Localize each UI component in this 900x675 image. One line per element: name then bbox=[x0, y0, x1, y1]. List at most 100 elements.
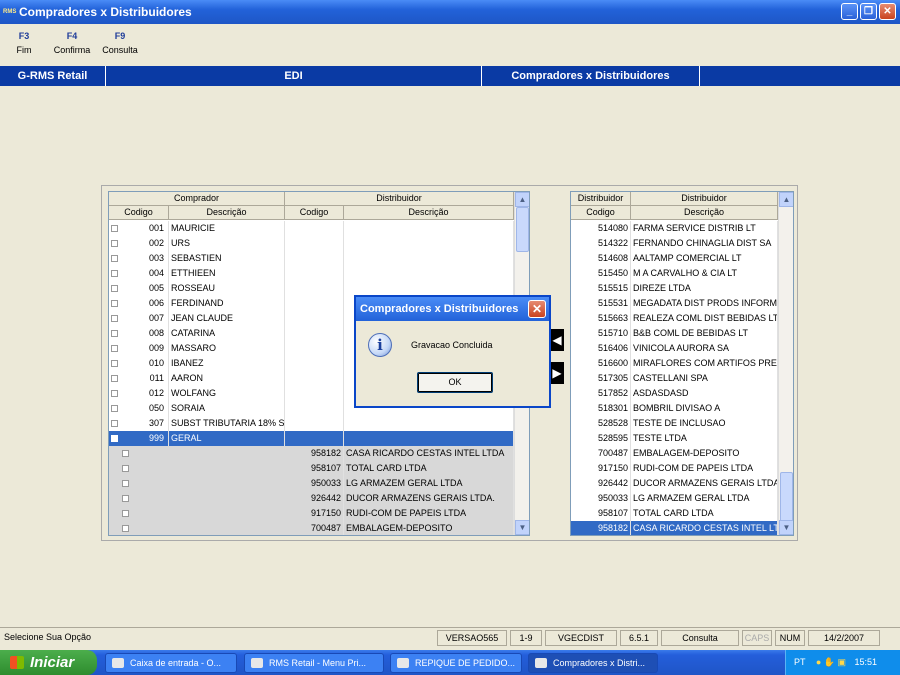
cell-codigo: 999 bbox=[109, 431, 169, 446]
table-row[interactable]: 917150 RUDI-COM DE PAPEIS LTDA bbox=[571, 461, 793, 476]
col-codigo[interactable]: Codigo bbox=[571, 206, 631, 220]
cell-descricao: AALTAMP COMERCIAL LT bbox=[631, 251, 778, 266]
cell-descricao: CATARINA bbox=[169, 326, 285, 341]
scroll-down-button[interactable]: ▼ bbox=[779, 520, 793, 535]
row-checkbox[interactable] bbox=[122, 510, 129, 517]
table-row[interactable]: 515531 MEGADATA DIST PRODS INFORM bbox=[571, 296, 793, 311]
table-row[interactable]: 002 URS bbox=[109, 236, 529, 251]
table-row[interactable]: 001 MAURICIE bbox=[109, 221, 529, 236]
move-right-button[interactable]: ▶ bbox=[550, 362, 564, 384]
table-row[interactable]: 003 SEBASTIEN bbox=[109, 251, 529, 266]
window-titlebar[interactable]: RMS Compradores x Distribuidores _ ❐ ✕ bbox=[0, 0, 900, 24]
dialog-close-button[interactable]: ✕ bbox=[528, 300, 546, 318]
ok-button[interactable]: OK bbox=[417, 372, 493, 393]
cell-descricao: EMBALAGEM-DEPOSITO bbox=[631, 446, 778, 461]
cell-descricao bbox=[344, 281, 514, 296]
fkey-label: Confirma bbox=[53, 45, 91, 55]
cell-descricao: LG ARMAZEM GERAL LTDA bbox=[344, 476, 514, 491]
cell-descricao: RUDI-COM DE PAPEIS LTDA bbox=[344, 506, 514, 521]
table-row[interactable]: 004 ETTHIEEN bbox=[109, 266, 529, 281]
fkey-fim[interactable]: F3 Fim bbox=[0, 31, 48, 55]
cell-descricao: MEGADATA DIST PRODS INFORM bbox=[631, 296, 778, 311]
col-descricao[interactable]: Descrição bbox=[631, 206, 778, 220]
table-row[interactable]: 514080 FARMA SERVICE DISTRIB LT bbox=[571, 221, 793, 236]
row-checkbox[interactable] bbox=[122, 480, 129, 487]
taskbar-item[interactable]: Caixa de entrada - O... bbox=[105, 653, 237, 673]
row-checkbox[interactable] bbox=[122, 450, 129, 457]
rms-icon bbox=[251, 658, 263, 668]
table-row[interactable]: 958107 TOTAL CARD LTDA bbox=[109, 461, 529, 476]
minimize-button[interactable]: _ bbox=[841, 3, 858, 20]
table-row[interactable]: 515515 DIREZE LTDA bbox=[571, 281, 793, 296]
cell-codigo: 003 bbox=[109, 251, 169, 266]
restore-button[interactable]: ❐ bbox=[860, 3, 877, 20]
system-tray: PT ● ✋ ▣ 15:51 bbox=[785, 650, 900, 675]
table-row[interactable]: 515710 B&B COML DE BEBIDAS LT bbox=[571, 326, 793, 341]
scroll-thumb[interactable] bbox=[516, 207, 529, 252]
close-button[interactable]: ✕ bbox=[879, 3, 896, 20]
app-icon: RMS bbox=[3, 9, 17, 15]
vertical-scrollbar[interactable]: ▲ ▼ bbox=[778, 192, 793, 535]
fkey-confirma[interactable]: F4 Confirma bbox=[48, 31, 96, 55]
cell-descricao: AARON bbox=[169, 371, 285, 386]
table-row[interactable]: 958182 CASA RICARDO CESTAS INTEL LTDA bbox=[109, 446, 529, 461]
tray-icons[interactable]: ● ✋ ▣ bbox=[816, 657, 846, 667]
table-row[interactable]: 700487 EMBALAGEM-DEPOSITO bbox=[109, 521, 529, 535]
col-codigo[interactable]: Codigo bbox=[109, 206, 169, 220]
windows-flag-icon bbox=[10, 656, 24, 669]
cell-descricao: FERDINAND bbox=[169, 296, 285, 311]
cell-descricao: RUDI-COM DE PAPEIS LTDA bbox=[631, 461, 778, 476]
table-row[interactable]: 307 SUBST TRIBUTARIA 18% S bbox=[109, 416, 529, 431]
cell-codigo: 008 bbox=[109, 326, 169, 341]
table-row[interactable]: 700487 EMBALAGEM-DEPOSITO bbox=[571, 446, 793, 461]
table-row[interactable]: 950033 LG ARMAZEM GERAL LTDA bbox=[571, 491, 793, 506]
table-row[interactable]: 514608 AALTAMP COMERCIAL LT bbox=[571, 251, 793, 266]
table-row[interactable]: 528528 TESTE DE INCLUSAO bbox=[571, 416, 793, 431]
col-descricao[interactable]: Descrição bbox=[344, 206, 514, 220]
start-button[interactable]: Iniciar bbox=[0, 650, 97, 675]
outlook-icon bbox=[112, 658, 124, 668]
cell-codigo: 004 bbox=[109, 266, 169, 281]
scroll-thumb[interactable] bbox=[780, 472, 793, 522]
table-row[interactable]: 515450 M A CARVALHO & CIA LT bbox=[571, 266, 793, 281]
taskbar-item[interactable]: REPIQUE DE PEDIDO... bbox=[390, 653, 522, 673]
table-row[interactable]: 517852 ASDASDASD bbox=[571, 386, 793, 401]
row-checkbox[interactable] bbox=[122, 495, 129, 502]
language-indicator[interactable]: PT bbox=[794, 657, 805, 667]
table-row[interactable]: 514322 FERNANDO CHINAGLIA DIST SA bbox=[571, 236, 793, 251]
scroll-up-button[interactable]: ▲ bbox=[779, 192, 793, 207]
row-checkbox[interactable] bbox=[122, 525, 129, 532]
col-codigo[interactable]: Codigo bbox=[285, 206, 344, 220]
table-row[interactable]: 917150 RUDI-COM DE PAPEIS LTDA bbox=[109, 506, 529, 521]
table-row[interactable]: 926442 DUCOR ARMAZENS GERAIS LTDA. bbox=[109, 491, 529, 506]
table-row[interactable]: 005 ROSSEAU bbox=[109, 281, 529, 296]
scroll-up-button[interactable]: ▲ bbox=[515, 192, 529, 207]
move-left-button[interactable]: ◀ bbox=[550, 329, 564, 351]
cell-codigo: 011 bbox=[109, 371, 169, 386]
table-row[interactable]: 518301 BOMBRIL DIVISAO A bbox=[571, 401, 793, 416]
row-checkbox[interactable] bbox=[122, 465, 129, 472]
header-distribuidor: Distribuidor bbox=[571, 192, 631, 206]
table-row[interactable]: 528595 TESTE LTDA bbox=[571, 431, 793, 446]
table-row[interactable]: 517305 CASTELLANI SPA bbox=[571, 371, 793, 386]
cell-descricao: TESTE LTDA bbox=[631, 431, 778, 446]
col-descricao[interactable]: Descrição bbox=[169, 206, 285, 220]
fkey-label: Fim bbox=[16, 45, 32, 55]
fkey-consulta[interactable]: F9 Consulta bbox=[96, 31, 144, 55]
table-row[interactable]: 958107 TOTAL CARD LTDA bbox=[571, 506, 793, 521]
taskbar-item[interactable]: RMS Retail - Menu Pri... bbox=[244, 653, 384, 673]
table-row[interactable]: 950033 LG ARMAZEM GERAL LTDA bbox=[109, 476, 529, 491]
distribuidor-grid[interactable]: Distribuidor Distribuidor Codigo Descriç… bbox=[570, 191, 794, 536]
table-row[interactable]: 958182 CASA RICARDO CESTAS INTEL LT bbox=[571, 521, 793, 535]
cell-codigo bbox=[285, 236, 344, 251]
table-row[interactable]: 516406 VINICOLA AURORA SA bbox=[571, 341, 793, 356]
table-row[interactable]: 926442 DUCOR ARMAZENS GERAIS LTDA bbox=[571, 476, 793, 491]
table-row[interactable]: 516600 MIRAFLORES COM ARTIFOS PRES bbox=[571, 356, 793, 371]
cell-codigo bbox=[285, 401, 344, 416]
taskbar-item[interactable]: Compradores x Distri... bbox=[528, 653, 658, 673]
table-row[interactable]: 515663 REALEZA COML DIST BEBIDAS LT bbox=[571, 311, 793, 326]
dialog-title[interactable]: Compradores x Distribuidores bbox=[356, 297, 549, 321]
scroll-down-button[interactable]: ▼ bbox=[515, 520, 529, 535]
table-row[interactable]: 999 GERAL bbox=[109, 431, 529, 446]
cell-descricao: ASDASDASD bbox=[631, 386, 778, 401]
